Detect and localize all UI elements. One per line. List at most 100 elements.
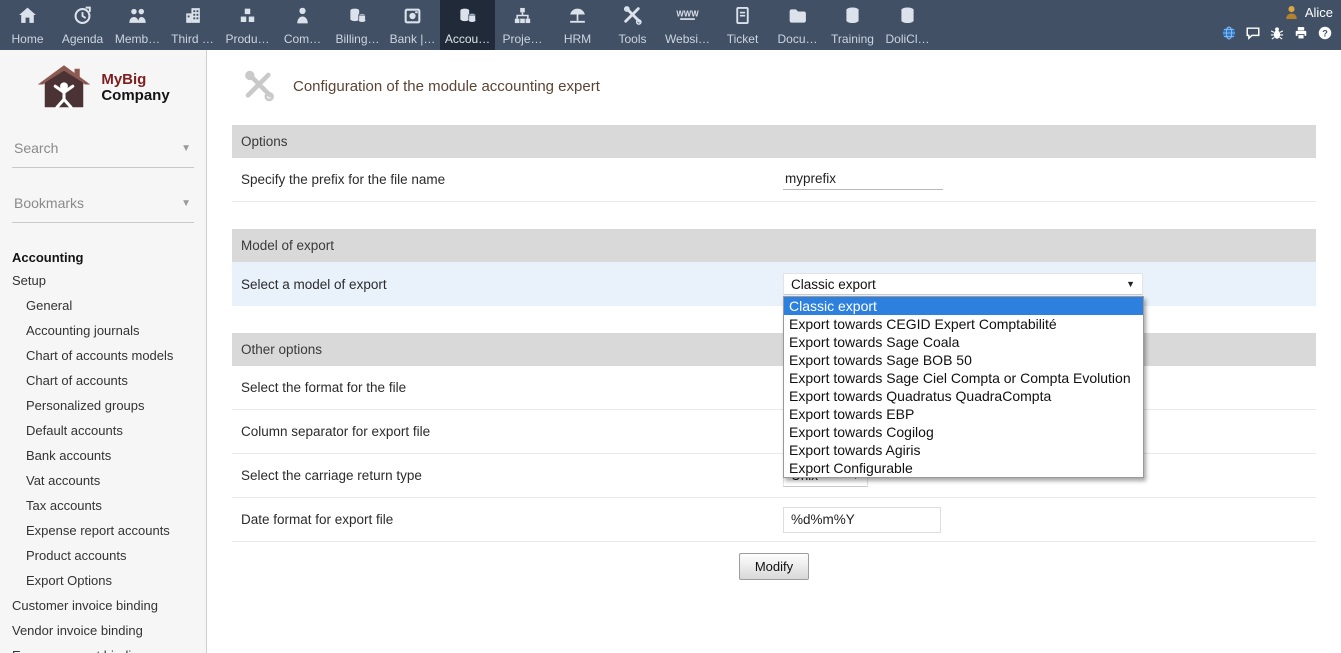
export-model-option[interactable]: Export towards EBP: [784, 405, 1143, 423]
nav-tab-members[interactable]: Memb…: [110, 0, 165, 50]
date-format-input[interactable]: [783, 507, 941, 533]
sidebar-item-export-options[interactable]: Export Options: [0, 568, 206, 593]
nav-tab-ticket[interactable]: Ticket: [715, 0, 770, 50]
export-model-label: Select a model of export: [232, 277, 783, 292]
bug-report-icon[interactable]: [1269, 25, 1285, 41]
user-name: Alice: [1305, 5, 1333, 20]
export-model-option[interactable]: Classic export: [784, 297, 1143, 315]
sidebar: MyBig Company Search ▼ Bookmarks ▼ Accou…: [0, 50, 207, 653]
nav-tab-billing[interactable]: Billing…: [330, 0, 385, 50]
date-format-label: Date format for export file: [232, 512, 783, 527]
bank-icon: [401, 5, 424, 26]
page-title: Configuration of the module accounting e…: [293, 78, 600, 95]
sidebar-item-setup[interactable]: Setup: [0, 268, 206, 293]
nav-tab-training[interactable]: Training: [825, 0, 880, 50]
database-icon: [896, 5, 919, 26]
page-title-row: Configuration of the module accounting e…: [240, 66, 1316, 106]
folder-icon: [786, 5, 809, 26]
hrm-icon: [566, 5, 589, 26]
globe-icon[interactable]: [1221, 25, 1237, 41]
export-model-option[interactable]: Export towards Sage BOB 50: [784, 351, 1143, 369]
export-model-row: Select a model of export Classic export …: [232, 262, 1316, 306]
logo-house-icon: [36, 63, 92, 113]
print-icon[interactable]: [1293, 25, 1309, 41]
quick-icons: [1221, 25, 1333, 41]
config-table: Options Specify the prefix for the file …: [232, 125, 1316, 580]
sidebar-item-accounting-journals[interactable]: Accounting journals: [0, 318, 206, 343]
chevron-down-icon: ▼: [181, 198, 191, 209]
database-icon: [841, 5, 864, 26]
sidebar-item-tax-accounts[interactable]: Tax accounts: [0, 493, 206, 518]
nav-tab-tools[interactable]: Tools: [605, 0, 660, 50]
other-options-header: Other options: [232, 333, 1316, 366]
prefix-label: Specify the prefix for the file name: [232, 172, 783, 187]
export-model-dropdown: Classic export Export towards CEGID Expe…: [783, 296, 1144, 478]
sidebar-item-personalized-groups[interactable]: Personalized groups: [0, 393, 206, 418]
nav-tab-hrm[interactable]: HRM: [550, 0, 605, 50]
person-icon: [291, 5, 314, 26]
export-model-option[interactable]: Export towards CEGID Expert Comptabilité: [784, 315, 1143, 333]
export-model-option[interactable]: Export towards Agiris: [784, 441, 1143, 459]
other-options-section: Other options Select the format for the …: [232, 333, 1316, 542]
file-format-row: Select the format for the file: [232, 366, 1316, 410]
topbar-right: Alice: [1213, 0, 1341, 50]
sidebar-item-vat-accounts[interactable]: Vat accounts: [0, 468, 206, 493]
export-model-option[interactable]: Export towards Cogilog: [784, 423, 1143, 441]
main-menu: Home Agenda Memb… Third … Produ…: [0, 0, 935, 50]
chat-bubble-icon[interactable]: [1245, 25, 1261, 41]
export-model-option[interactable]: Export towards Sage Ciel Compta or Compt…: [784, 369, 1143, 387]
nav-tab-third-parties[interactable]: Third …: [165, 0, 220, 50]
nav-tab-products[interactable]: Produ…: [220, 0, 275, 50]
user-menu[interactable]: Alice: [1283, 4, 1333, 21]
nav-tab-agenda[interactable]: Agenda: [55, 0, 110, 50]
export-model-selected-value: Classic export: [791, 277, 876, 292]
sidebar-item-vendor-invoice-binding[interactable]: Vendor invoice binding: [0, 618, 206, 643]
column-separator-label: Column separator for export file: [232, 424, 783, 439]
sidebar-section-title: Accounting: [12, 250, 206, 265]
sidebar-item-default-accounts[interactable]: Default accounts: [0, 418, 206, 443]
nav-tab-website[interactable]: Websi…: [660, 0, 715, 50]
sidebar-item-expense-report-accounts[interactable]: Expense report accounts: [0, 518, 206, 543]
sidebar-item-chart-of-accounts[interactable]: Chart of accounts: [0, 368, 206, 393]
model-section: Model of export Select a model of export…: [232, 229, 1316, 306]
setup-tools-icon: [240, 69, 278, 103]
options-section: Options Specify the prefix for the file …: [232, 125, 1316, 202]
export-model-option[interactable]: Export towards Sage Coala: [784, 333, 1143, 351]
sidebar-item-product-accounts[interactable]: Product accounts: [0, 543, 206, 568]
carriage-return-label: Select the carriage return type: [232, 468, 783, 483]
ticket-icon: [731, 5, 754, 26]
help-icon[interactable]: [1317, 25, 1333, 41]
sidebar-item-chart-of-accounts-models[interactable]: Chart of accounts models: [0, 343, 206, 368]
search-dropdown[interactable]: Search ▼: [12, 137, 194, 168]
nav-tab-documents[interactable]: Docu…: [770, 0, 825, 50]
prefix-row: Specify the prefix for the file name: [232, 158, 1316, 202]
export-model-option[interactable]: Export towards Quadratus QuadraCompta: [784, 387, 1143, 405]
sidebar-item-customer-invoice-binding[interactable]: Customer invoice binding: [0, 593, 206, 618]
export-model-select[interactable]: Classic export ▼: [783, 273, 1143, 295]
org-chart-icon: [511, 5, 534, 26]
tools-icon: [621, 5, 644, 26]
nav-tab-accountancy[interactable]: Accou…: [440, 0, 495, 50]
modify-button[interactable]: Modify: [739, 553, 809, 580]
home-icon: [16, 5, 39, 26]
sidebar-item-expense-report-binding[interactable]: Expense report binding: [0, 643, 206, 653]
column-separator-row: Column separator for export file: [232, 410, 1316, 454]
actions-row: Modify: [232, 542, 1316, 580]
main-content: Configuration of the module accounting e…: [208, 50, 1341, 653]
nav-tab-home[interactable]: Home: [0, 0, 55, 50]
nav-tab-commercial[interactable]: Com…: [275, 0, 330, 50]
bookmarks-dropdown[interactable]: Bookmarks ▼: [12, 192, 194, 223]
logo-line1: MyBig: [101, 72, 169, 88]
coins-icon: [346, 5, 369, 26]
nav-tab-dolicloud[interactable]: DoliCl…: [880, 0, 935, 50]
company-logo[interactable]: MyBig Company: [18, 63, 188, 113]
www-icon: [676, 5, 699, 26]
prefix-input[interactable]: [783, 169, 943, 190]
logo-text: MyBig Company: [101, 72, 169, 104]
export-model-option[interactable]: Export Configurable: [784, 459, 1143, 477]
nav-tab-bank[interactable]: Bank |…: [385, 0, 440, 50]
nav-tab-projects[interactable]: Proje…: [495, 0, 550, 50]
sidebar-item-general[interactable]: General: [0, 293, 206, 318]
sidebar-item-bank-accounts[interactable]: Bank accounts: [0, 443, 206, 468]
coins-icon: [456, 5, 479, 26]
